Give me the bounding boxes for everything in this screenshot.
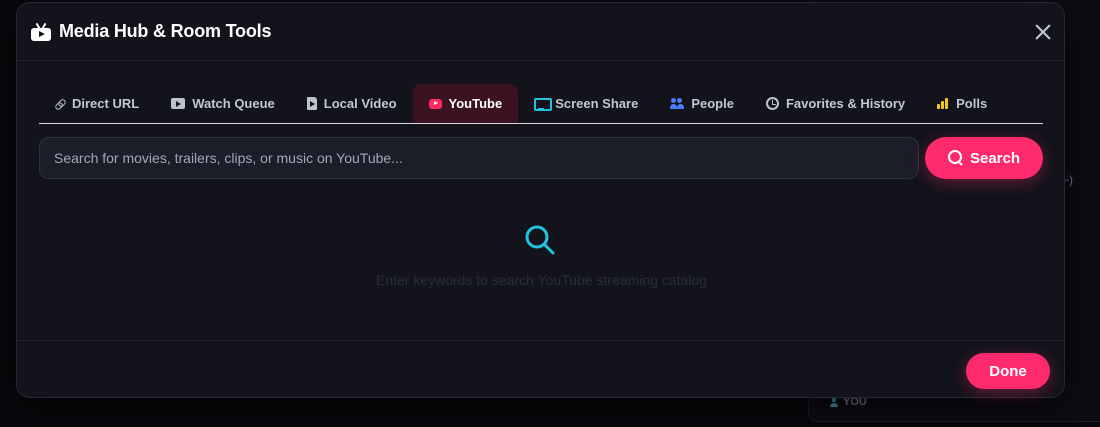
search-button-label: Search — [969, 149, 1021, 167]
search-input[interactable] — [39, 137, 919, 179]
bar-chart-icon — [937, 98, 949, 109]
tab-label: Favorites & History — [785, 96, 906, 111]
tab-local-video[interactable]: Local Video — [291, 84, 413, 123]
people-icon — [670, 98, 684, 109]
youtube-icon — [428, 98, 442, 109]
media-hub-modal: Media Hub & Room Tools Direct URL Watch … — [16, 2, 1065, 398]
modal-footer: Done — [17, 340, 1064, 398]
tab-label: Polls — [956, 96, 988, 111]
modal-title: Media Hub & Room Tools — [59, 21, 272, 41]
tab-label: Screen Share — [555, 96, 639, 111]
clock-icon — [765, 97, 779, 110]
tab-polls[interactable]: Polls — [921, 84, 1003, 123]
modal-header: Media Hub & Room Tools — [17, 3, 1064, 61]
search-button[interactable]: Search — [925, 137, 1043, 179]
tab-label: Watch Queue — [192, 96, 275, 111]
tab-bar: Direct URL Watch Queue Local Video YouTu… — [39, 84, 1043, 124]
user-icon — [830, 397, 838, 407]
empty-state-text: Enter keywords to search YouTube streami… — [375, 272, 707, 288]
tab-label: People — [691, 96, 734, 111]
link-icon — [55, 99, 65, 109]
tab-label: Direct URL — [72, 96, 140, 111]
tab-direct-url[interactable]: Direct URL — [39, 84, 155, 123]
tab-screen-share[interactable]: Screen Share — [518, 84, 654, 123]
tab-youtube[interactable]: YouTube — [412, 84, 519, 123]
search-icon — [525, 225, 555, 255]
tab-label: Local Video — [323, 96, 397, 111]
tab-people[interactable]: People — [654, 84, 750, 123]
tab-favorites-history[interactable]: Favorites & History — [750, 84, 921, 123]
monitor-icon — [534, 97, 553, 111]
done-button[interactable]: Done — [966, 353, 1050, 389]
tab-watch-queue[interactable]: Watch Queue — [155, 84, 291, 123]
close-icon[interactable] — [1034, 23, 1052, 41]
file-video-icon — [306, 97, 317, 110]
tv-icon — [31, 22, 51, 41]
search-icon — [947, 150, 964, 166]
tab-label: YouTube — [448, 96, 503, 111]
queue-icon — [171, 98, 186, 109]
